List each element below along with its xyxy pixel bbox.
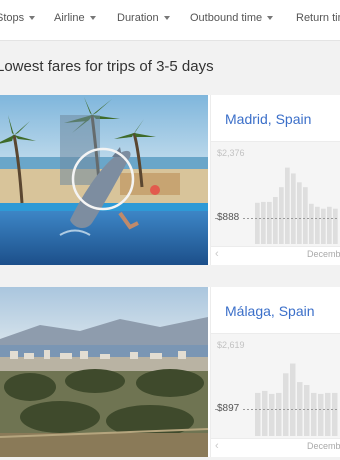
filter-airline-label: Airline	[54, 12, 85, 24]
destination-card-malaga[interactable]: Málaga, Spain $2,619 $897 ‹ December	[0, 287, 340, 457]
min-price-label: $888	[217, 212, 242, 223]
price-bar[interactable]	[291, 173, 296, 244]
price-chart[interactable]: $2,619 $897	[211, 333, 340, 439]
month-label: December	[307, 249, 340, 259]
price-bar[interactable]	[262, 390, 268, 436]
filter-duration[interactable]: Duration	[117, 12, 170, 24]
price-bar[interactable]	[283, 373, 289, 436]
destination-info: Madrid, Spain $2,376 $888 ‹ December	[210, 95, 340, 265]
filter-outbound-time[interactable]: Outbound time	[190, 12, 274, 24]
max-price-label: $2,376	[217, 148, 245, 158]
price-bar[interactable]	[321, 208, 326, 244]
price-bar[interactable]	[290, 363, 296, 437]
price-bar[interactable]	[279, 187, 284, 244]
section-heading: Lowest fares for trips of 3-5 days	[0, 58, 214, 75]
price-bar[interactable]	[318, 393, 324, 436]
destination-photo[interactable]	[0, 95, 208, 265]
chevron-down-icon	[267, 16, 274, 20]
min-price-label: $897	[217, 403, 242, 414]
price-bar[interactable]	[332, 392, 338, 436]
filter-return-time-label: Return time	[296, 12, 340, 24]
price-bar[interactable]	[255, 392, 261, 436]
filter-outbound-time-label: Outbound time	[190, 12, 263, 24]
price-bar[interactable]	[309, 203, 314, 244]
price-bar[interactable]	[276, 392, 282, 436]
destination-info: Málaga, Spain $2,619 $897 ‹ December	[210, 287, 340, 457]
price-bar[interactable]	[267, 201, 272, 244]
price-bar[interactable]	[327, 206, 332, 244]
chevron-down-icon	[89, 16, 96, 20]
chart-footer: ‹ December	[211, 437, 340, 457]
chevron-left-icon[interactable]: ‹	[215, 248, 219, 260]
destination-card-madrid[interactable]: Madrid, Spain $2,376 $888 ‹ December	[0, 95, 340, 265]
price-chart[interactable]: $2,376 $888	[211, 141, 340, 247]
price-bar[interactable]	[303, 187, 308, 244]
destination-city-link[interactable]: Madrid, Spain	[225, 111, 311, 127]
chevron-left-icon[interactable]: ‹	[215, 440, 219, 452]
filter-bar: Stops Airline Duration Outbound time Ret…	[0, 0, 340, 41]
chevron-down-icon	[163, 16, 170, 20]
max-price-label: $2,619	[217, 340, 245, 350]
filter-airline[interactable]: Airline	[54, 12, 96, 24]
chevron-down-icon	[29, 16, 36, 20]
chart-footer: ‹ December	[211, 245, 340, 265]
price-bar[interactable]	[255, 202, 260, 244]
price-bar[interactable]	[261, 201, 266, 244]
filter-stops[interactable]: Stops	[0, 12, 36, 24]
price-bar[interactable]	[333, 208, 338, 244]
month-label: December	[307, 441, 340, 451]
price-bar[interactable]	[304, 385, 310, 436]
price-bar[interactable]	[273, 197, 278, 244]
price-bar[interactable]	[285, 167, 290, 244]
price-bar[interactable]	[325, 392, 331, 436]
destination-photo[interactable]	[0, 287, 208, 457]
destination-city-link[interactable]: Málaga, Spain	[225, 303, 315, 319]
price-bar[interactable]	[297, 182, 302, 244]
price-bar[interactable]	[315, 206, 320, 244]
filter-return-time[interactable]: Return time	[296, 12, 340, 24]
price-bar[interactable]	[311, 392, 317, 436]
filter-stops-label: Stops	[0, 12, 25, 24]
filter-duration-label: Duration	[117, 12, 159, 24]
price-bar[interactable]	[269, 393, 275, 436]
